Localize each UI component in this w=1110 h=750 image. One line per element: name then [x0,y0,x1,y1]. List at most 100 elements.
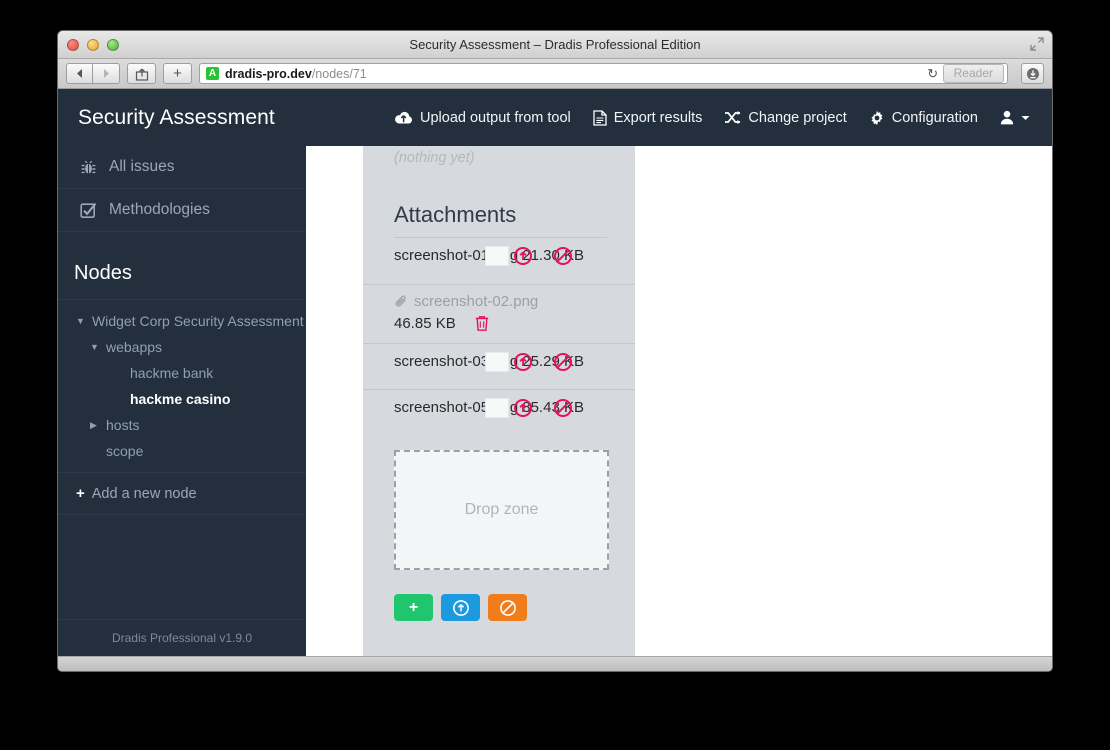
trash-icon[interactable] [474,315,490,332]
nav-change-project[interactable]: Change project [724,109,847,126]
url-host: dradis-pro.dev [225,66,312,81]
app-version-footer: Dradis Professional v1.9.0 [58,619,306,656]
upload-circle-icon[interactable] [514,353,532,371]
upload-circle-icon[interactable] [514,247,532,265]
tree-item-label: hosts [106,417,140,433]
app-brand: Security Assessment [78,105,275,129]
checkbox-icon [80,202,97,218]
minimize-window-button[interactable] [87,39,99,51]
ban-circle-icon[interactable] [554,247,572,265]
attachment-size: 46.85 KB [394,315,456,332]
window-title: Security Assessment – Dradis Professiona… [409,37,701,52]
back-button[interactable] [66,63,93,84]
tree-item-hackme-casino[interactable]: hackme casino [58,386,306,412]
ban-circle-icon[interactable] [554,399,572,417]
nav-configuration[interactable]: Configuration [869,110,978,126]
forward-arrow-icon [103,69,109,78]
user-icon [1000,110,1014,125]
chevron-down-icon[interactable] [90,343,100,352]
tree-item-hosts[interactable]: hosts [58,412,306,438]
gear-icon [871,110,883,125]
nav-configuration-label: Configuration [891,109,978,126]
tree-item-label: webapps [106,339,163,355]
nav-user-menu[interactable] [1000,110,1030,125]
nav-upload-output[interactable]: Upload output from tool [394,110,571,126]
chevron-down-icon [1021,115,1030,120]
tree-item-label: scope [106,443,144,459]
tree-item-webapps[interactable]: webapps [58,334,306,360]
content-area: (nothing yet) Attachments screenshot-01.… [306,146,1052,656]
browser-toolbar: + A dradis-pro.dev/nodes/71 ↻ Reader [58,59,1052,89]
window-controls[interactable] [67,39,119,51]
chevron-down-icon[interactable] [76,317,86,326]
plus-icon: + [408,598,419,616]
nav-change-project-label: Change project [748,109,847,126]
chevron-right-icon[interactable] [90,421,100,430]
app-header: Security Assessment Upload output from t… [58,89,1052,146]
tree-item-label: hackme casino [130,391,231,407]
address-bar[interactable]: A dradis-pro.dev/nodes/71 ↻ Reader [199,63,1008,84]
attachment-row: screenshot-02.png 46.85 KB [363,284,635,341]
attachment-row: screenshot-03.png 25.29 KB [363,343,635,387]
share-button[interactable] [127,63,156,84]
upload-progress-box [485,246,509,266]
zoom-window-button[interactable] [107,39,119,51]
tree-item-label: hackme bank [130,365,214,381]
close-window-button[interactable] [67,39,79,51]
upload-circle-icon [452,599,469,616]
nav-export-results[interactable]: Export results [593,109,703,126]
sidebar-item-all-issues-label: All issues [109,158,175,175]
bug-icon [81,160,96,174]
nav-export-results-label: Export results [613,109,703,126]
shuffle-icon [725,111,741,124]
attachments-panel: (nothing yet) Attachments screenshot-01.… [363,146,635,656]
forward-button[interactable] [93,63,120,84]
sidebar-item-all-issues[interactable]: All issues [58,146,306,189]
dropzone[interactable]: Drop zone [394,450,609,570]
downloads-icon [1026,67,1039,80]
attachment-meta: 46.85 KB [394,315,635,332]
page-viewport: Security Assessment Upload output from t… [58,89,1052,656]
tree-item-widget-corp-security-assessment[interactable]: Widget Corp Security Assessment [58,308,306,334]
nav-button-group[interactable] [66,63,120,84]
upload-progress-box [485,352,509,372]
share-icon [135,68,148,81]
attachment-actions: + [394,594,635,621]
fullscreen-icon[interactable] [1030,37,1044,51]
attachments-title: Attachments [394,202,517,227]
cloud-upload-icon [395,111,413,124]
upload-progress-box [485,398,509,418]
ban-circle-icon[interactable] [554,353,572,371]
sidebar-item-methodologies[interactable]: Methodologies [58,189,306,232]
attachment-link[interactable]: screenshot-02.png [394,293,635,310]
tree-item-label: Widget Corp Security Assessment [92,313,304,329]
browser-window: Security Assessment – Dradis Professiona… [57,30,1053,672]
tree-item-hackme-bank[interactable]: hackme bank [58,360,306,386]
attachment-row: screenshot-05.png 85.43 KB [363,389,635,433]
upload-circle-icon[interactable] [514,399,532,417]
attachment-row: screenshot-01.png 21.30 KB [363,238,635,282]
downloads-button[interactable] [1021,63,1044,84]
nothing-yet-text: (nothing yet) [394,150,475,166]
url-path: /nodes/71 [311,66,367,81]
address-bar-actions: ↻ Reader [923,64,1005,83]
new-tab-button[interactable]: + [163,63,192,84]
attachment-name: screenshot-02.png [414,293,539,310]
tree-item-scope[interactable]: scope [58,438,306,464]
start-upload-button[interactable] [441,594,480,621]
window-titlebar: Security Assessment – Dradis Professiona… [58,31,1052,59]
nodes-heading: Nodes [58,258,306,300]
add-files-button[interactable]: + [394,594,433,621]
reader-button[interactable]: Reader [942,64,1004,83]
site-badge-icon: A [206,67,219,80]
sidebar-item-methodologies-label: Methodologies [109,201,210,218]
app-body: All issues Methodologies Nodes Widget Co… [58,146,1052,656]
cancel-upload-button[interactable] [488,594,527,621]
back-arrow-icon [77,69,82,78]
node-tree: Widget Corp Security Assessment webapps … [58,300,306,464]
add-new-node-label: Add a new node [91,485,197,502]
add-new-node-button[interactable]: + Add a new node [58,473,306,515]
paperclip-icon [395,295,406,307]
reload-button[interactable]: ↻ [923,66,943,82]
